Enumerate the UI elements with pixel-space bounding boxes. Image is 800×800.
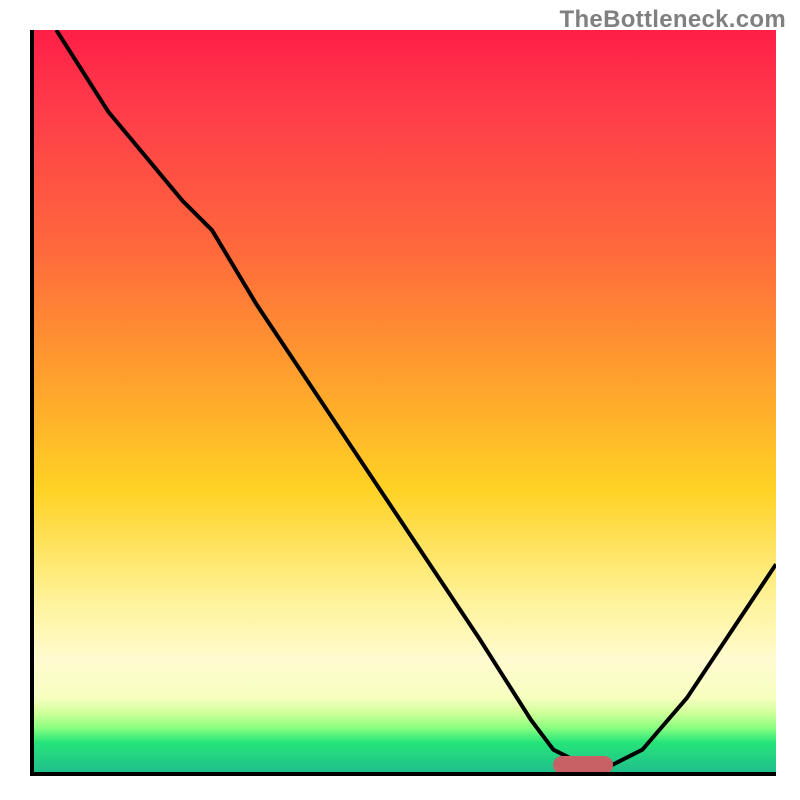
chart-curve-layer xyxy=(34,30,776,772)
bottleneck-curve-path xyxy=(56,30,776,765)
optimum-marker xyxy=(553,756,612,774)
chart-plot-area xyxy=(30,30,776,776)
